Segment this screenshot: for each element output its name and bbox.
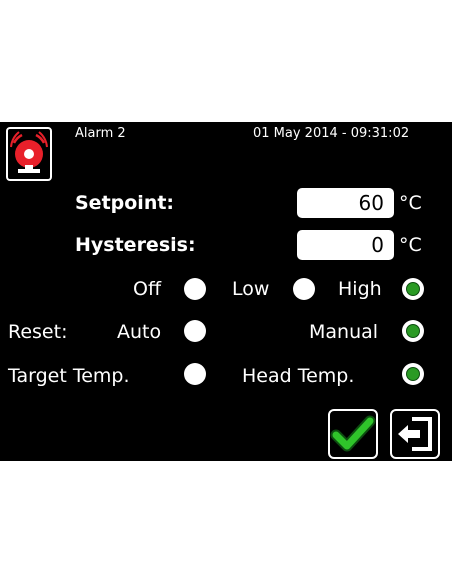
confirm-button[interactable] (328, 409, 378, 459)
setpoint-field[interactable]: 60 (297, 188, 394, 218)
reset-manual-radio[interactable] (402, 320, 424, 342)
level-high-label: High (338, 278, 382, 300)
setpoint-unit: °C (399, 192, 422, 214)
hysteresis-label: Hysteresis: (75, 234, 196, 256)
hysteresis-field[interactable]: 0 (297, 230, 394, 260)
alarm-bell-icon (6, 127, 52, 181)
hysteresis-unit: °C (399, 234, 422, 256)
head-temp-label: Head Temp. (242, 365, 355, 387)
target-temp-label: Target Temp. (8, 365, 130, 387)
screen-title: Alarm 2 (75, 126, 126, 141)
reset-auto-radio[interactable] (184, 320, 206, 342)
exit-icon (398, 417, 432, 451)
level-off-radio[interactable] (184, 278, 206, 300)
level-off-label: Off (133, 278, 162, 300)
device-screen: Alarm 2 01 May 2014 - 09:31:02 Setpoint:… (0, 122, 452, 461)
reset-manual-label: Manual (309, 321, 379, 343)
datetime: 01 May 2014 - 09:31:02 (253, 126, 410, 141)
reset-auto-label: Auto (117, 321, 162, 343)
head-temp-radio[interactable] (402, 363, 424, 385)
exit-button[interactable] (390, 409, 440, 459)
level-high-radio[interactable] (402, 278, 424, 300)
checkmark-icon (330, 415, 376, 452)
setpoint-label: Setpoint: (75, 192, 175, 214)
reset-label: Reset: (8, 321, 68, 343)
target-temp-radio[interactable] (184, 363, 206, 385)
level-low-label: Low (232, 278, 270, 300)
level-low-radio[interactable] (293, 278, 315, 300)
